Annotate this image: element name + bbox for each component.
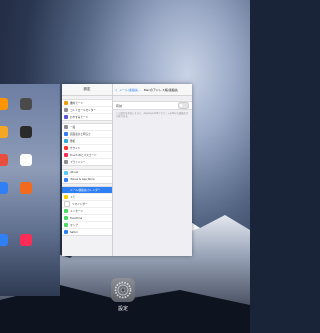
sidebar-item-label: Touch IDとパスコード bbox=[70, 154, 97, 157]
settings-group: 機内モードコントロールセンター おやすみモード bbox=[62, 98, 112, 121]
settings-item-icon bbox=[64, 114, 68, 119]
settings-item-icon bbox=[64, 216, 68, 220]
sidebar-item[interactable]: プライバシー bbox=[62, 159, 112, 165]
sidebar-item[interactable]: おやすみモード bbox=[62, 114, 112, 120]
settings-group: iCloud iTunes & App Store bbox=[62, 168, 112, 184]
settings-item-icon bbox=[64, 201, 70, 207]
sidebar-item[interactable]: リマインダー bbox=[62, 201, 112, 208]
sidebar-item[interactable]: マップ bbox=[62, 222, 112, 229]
settings-item-icon bbox=[64, 107, 68, 112]
app-icon bbox=[0, 182, 8, 194]
settings-group: 一般画面表示と明るさ 壁紙サウンド Touch IDとパスコード プライバシー bbox=[62, 123, 112, 166]
settings-item-icon bbox=[64, 188, 68, 192]
app-icon bbox=[0, 234, 8, 246]
sidebar-item-label: リマインダー bbox=[72, 203, 88, 206]
sidebar-item[interactable]: 壁紙 bbox=[62, 138, 112, 145]
back-button[interactable]: く メール/連絡先... bbox=[115, 88, 141, 92]
home-screen-card[interactable] bbox=[0, 84, 60, 296]
sidebar-item-label: サウンド bbox=[70, 147, 81, 150]
settings-item-icon bbox=[64, 160, 68, 164]
settings-group: メール/連絡先/カレンダー メモリマインダー メッセージ FaceTime マップ Saf… bbox=[62, 186, 112, 236]
settings-app-icon[interactable] bbox=[111, 278, 135, 302]
sidebar-item[interactable]: FaceTime bbox=[62, 215, 112, 222]
settings-item-icon bbox=[64, 139, 68, 143]
sidebar-item[interactable]: 一般 bbox=[62, 124, 112, 131]
sidebar-item[interactable]: メール/連絡先/カレンダー bbox=[62, 187, 112, 194]
settings-app-card[interactable]: 設定 機内モードコントロールセンター おやすみモード 一般画面表示と明るさ 壁紙サウン… bbox=[62, 84, 192, 256]
ibooks-icon bbox=[20, 182, 32, 194]
enable-toggle[interactable] bbox=[178, 102, 189, 109]
photos-icon bbox=[20, 154, 32, 166]
sidebar-item-label: 一般 bbox=[70, 126, 76, 129]
sidebar-item-label: iCloud bbox=[70, 171, 79, 174]
sidebar-item-label: 画面表示と明るさ bbox=[70, 133, 91, 136]
settings-detail-pane: く メール/連絡先... Macのアドレス帳/連絡先 有効 この設定を有効にする… bbox=[113, 84, 192, 256]
settings-item-icon bbox=[64, 209, 68, 213]
sidebar-item[interactable]: 機内モード bbox=[62, 100, 112, 107]
sidebar-item-label: FaceTime bbox=[70, 216, 83, 220]
settings-sidebar: 設定 機内モードコントロールセンター おやすみモード 一般画面表示と明るさ 壁紙サウン… bbox=[62, 84, 113, 256]
sidebar-item-label: Safari bbox=[70, 230, 78, 234]
sidebar-item-label: iTunes & App Store bbox=[70, 178, 95, 181]
settings-item-icon bbox=[64, 125, 68, 129]
settings-item-icon bbox=[64, 153, 68, 157]
sidebar-item-label: プライバシー bbox=[70, 161, 86, 164]
sidebar-item[interactable]: コントロールセンター bbox=[62, 107, 112, 114]
detail-nav-bar: く メール/連絡先... Macのアドレス帳/連絡先 bbox=[113, 84, 192, 96]
sidebar-item-label: 壁紙 bbox=[70, 140, 76, 143]
sidebar-item-label: おやすみモード bbox=[70, 115, 89, 119]
settings-item-icon bbox=[64, 195, 68, 199]
gear-icon bbox=[114, 281, 132, 299]
settings-item-icon bbox=[64, 177, 68, 182]
settings-item-icon bbox=[64, 170, 68, 175]
settings-item-icon bbox=[64, 223, 68, 227]
sidebar-item-label: コントロールセンター bbox=[70, 108, 96, 112]
app-icon bbox=[0, 126, 8, 138]
sidebar-item[interactable]: メッセージ bbox=[62, 208, 112, 215]
clapper-icon bbox=[20, 126, 32, 138]
sidebar-item[interactable]: 画面表示と明るさ bbox=[62, 131, 112, 138]
settings-item-icon bbox=[64, 146, 68, 150]
sidebar-item-label: メール/連絡先/カレンダー bbox=[70, 189, 101, 192]
music-icon bbox=[20, 234, 32, 246]
sidebar-item[interactable]: Safari bbox=[62, 229, 112, 235]
camera-icon bbox=[20, 98, 32, 110]
sidebar-item[interactable]: メモ bbox=[62, 194, 112, 201]
app-icon bbox=[0, 154, 8, 166]
sidebar-item-label: メモ bbox=[70, 196, 76, 199]
sidebar-item[interactable]: サウンド bbox=[62, 145, 112, 152]
sidebar-item-label: 機内モード bbox=[70, 101, 83, 105]
settings-item-icon bbox=[64, 132, 68, 136]
app-icon bbox=[0, 98, 8, 110]
sidebar-item[interactable]: iTunes & App Store bbox=[62, 177, 112, 183]
sidebar-item-label: マップ bbox=[70, 224, 78, 227]
settings-app-label: 設定 bbox=[117, 306, 128, 312]
toggle-label: 有効 bbox=[116, 103, 123, 108]
settings-item-icon bbox=[64, 100, 68, 105]
sidebar-item[interactable]: Touch IDとパスコード bbox=[62, 152, 112, 159]
sidebar-item[interactable]: iCloud bbox=[62, 170, 112, 177]
settings-item-icon bbox=[64, 230, 68, 234]
detail-title: Macのアドレス帳/連絡先 bbox=[143, 87, 178, 92]
sidebar-title: 設定 bbox=[62, 84, 112, 96]
enable-toggle-row: 有効 bbox=[113, 101, 192, 110]
sidebar-item-label: メッセージ bbox=[70, 210, 83, 213]
footer-note: この設定を有効にすると、AppleのLDAPアカウントをMacの連絡先から探せま… bbox=[116, 111, 189, 118]
